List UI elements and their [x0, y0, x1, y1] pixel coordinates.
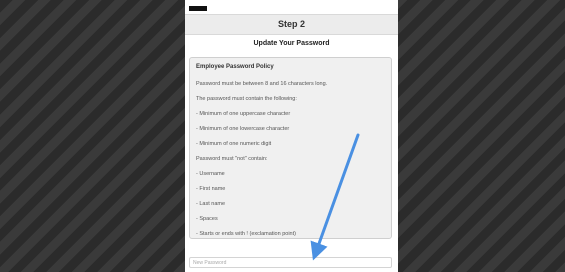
policy-line: - Minimum of one uppercase character	[196, 111, 291, 117]
policy-line: Password must be between 8 and 16 charac…	[196, 81, 328, 87]
policy-line: - Last name	[196, 201, 226, 207]
logo	[189, 6, 207, 11]
policy-line: - Minimum of one numeric digit	[196, 141, 272, 147]
policy-line: - Spaces	[196, 216, 218, 222]
password-policy-box: Employee Password Policy Password must b…	[189, 57, 392, 239]
new-password-input[interactable]	[189, 257, 392, 268]
policy-line: - Minimum of one lowercase character	[196, 126, 290, 132]
page: Step 2 Update Your Password Employee Pas…	[0, 0, 565, 272]
policy-line: The password must contain the following:	[196, 96, 297, 102]
policy-line: Password must "not" contain:	[196, 156, 268, 162]
page-title: Update Your Password	[253, 40, 330, 47]
policy-heading: Employee Password Policy	[196, 64, 274, 70]
password-panel: Step 2 Update Your Password Employee Pas…	[185, 0, 398, 272]
policy-line: - Starts or ends with ! (exclamation poi…	[196, 231, 296, 237]
policy-line: - First name	[196, 186, 226, 192]
step-header: Step 2	[185, 14, 398, 35]
policy-line: - Username	[196, 171, 225, 177]
